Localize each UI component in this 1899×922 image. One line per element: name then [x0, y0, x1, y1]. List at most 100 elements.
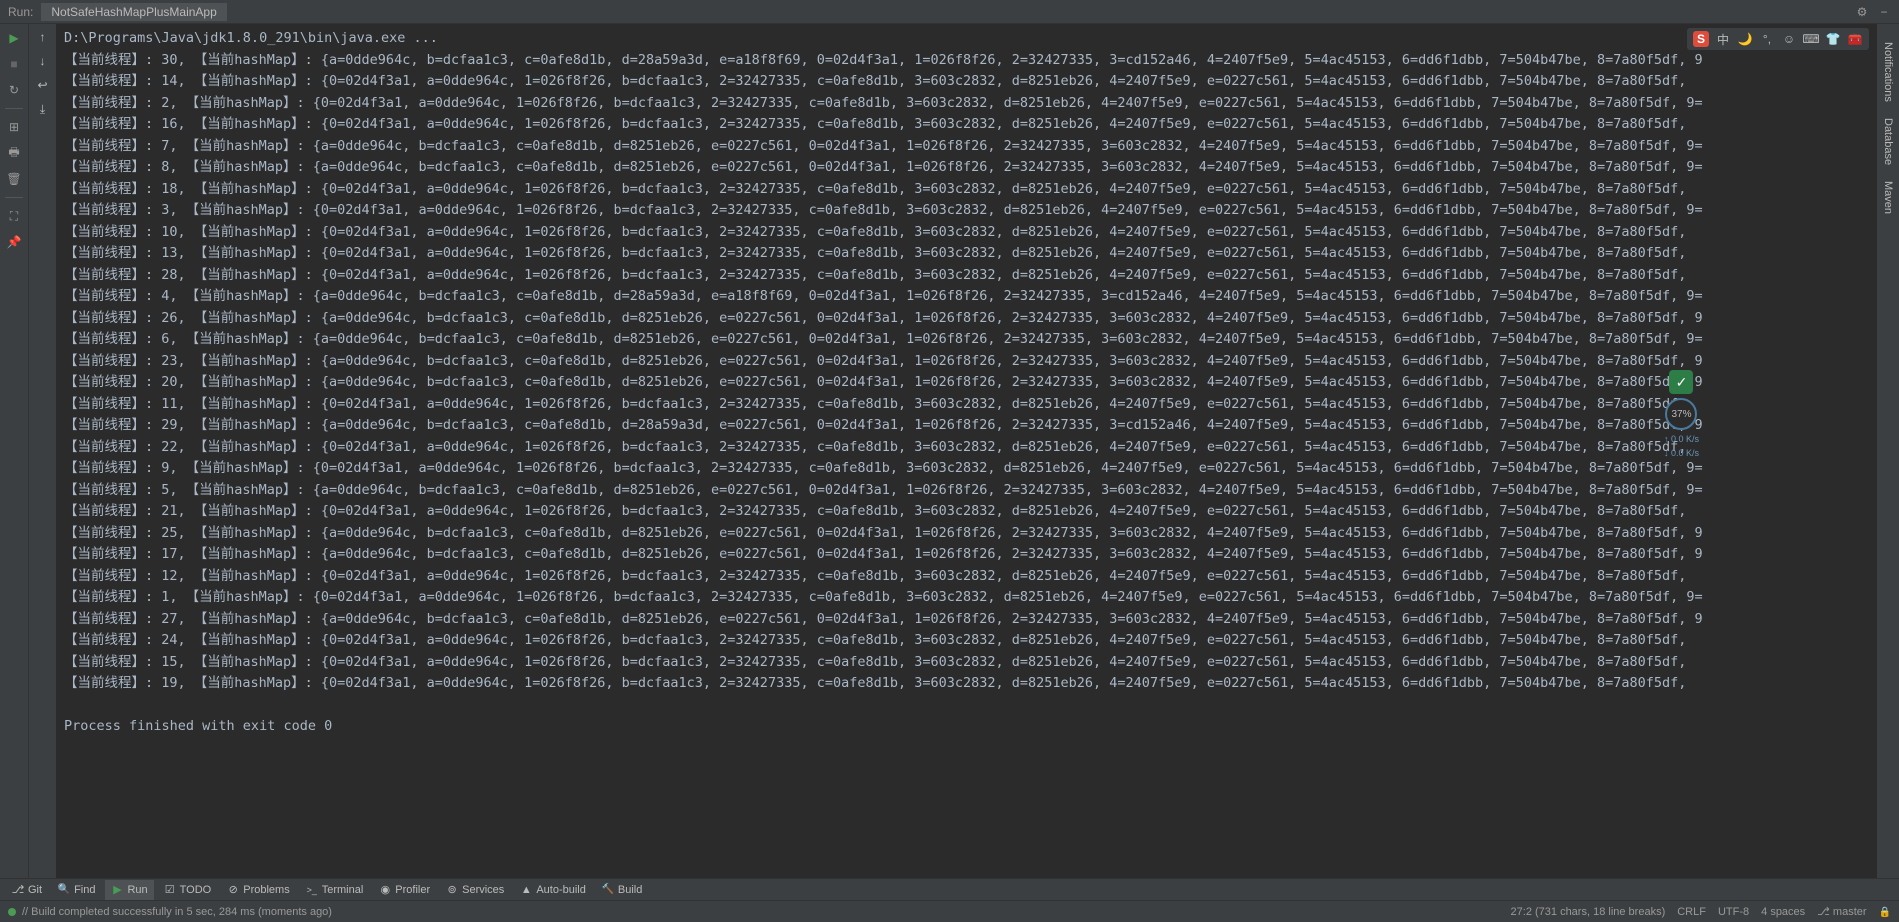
git-icon — [12, 884, 24, 896]
bottom-tool-bar: Git Find Run TODO Problems Terminal Prof… — [0, 878, 1899, 900]
git-branch[interactable]: master — [1817, 905, 1866, 918]
upload-speed: ↑ 0.0 K/s — [1664, 434, 1699, 444]
find-icon — [58, 884, 70, 896]
lock-icon[interactable] — [1879, 906, 1891, 918]
problems-tool-button[interactable]: Problems — [221, 880, 295, 900]
console-output-line: 【当前线程】: 4, 【当前hashMap】: {a=0dde964c, b=d… — [64, 286, 1869, 308]
find-tool-button[interactable]: Find — [52, 880, 101, 900]
branch-icon — [1817, 906, 1830, 918]
status-ok-icon — [8, 908, 16, 916]
line-separator[interactable]: CRLF — [1677, 906, 1706, 918]
console-output-line: 【当前线程】: 30, 【当前hashMap】: {a=0dde964c, b=… — [64, 50, 1869, 72]
scroll-to-end-icon[interactable] — [40, 102, 45, 117]
console-output-line: 【当前线程】: 7, 【当前hashMap】: {a=0dde964c, b=d… — [64, 136, 1869, 158]
console-output-line: 【当前线程】: 17, 【当前hashMap】: {a=0dde964c, b=… — [64, 544, 1869, 566]
right-tool-tabs: Notifications Database Maven — [1877, 24, 1899, 878]
autobuild-icon — [520, 884, 532, 896]
console-output-line: 【当前线程】: 12, 【当前hashMap】: {0=02d4f3a1, a=… — [64, 566, 1869, 588]
moon-icon[interactable]: 🌙 — [1737, 31, 1753, 47]
run-tool-button[interactable]: Run — [105, 880, 153, 900]
punct-icon[interactable]: °, — [1759, 31, 1775, 47]
run-controls-gutter — [0, 24, 28, 878]
console-output-line: 【当前线程】: 13, 【当前hashMap】: {0=02d4f3a1, a=… — [64, 243, 1869, 265]
console-output-line: 【当前线程】: 19, 【当前hashMap】: {0=02d4f3a1, a=… — [64, 673, 1869, 695]
todo-tool-button[interactable]: TODO — [158, 880, 218, 900]
console-output-line: 【当前线程】: 28, 【当前hashMap】: {0=02d4f3a1, a=… — [64, 265, 1869, 287]
services-tool-button[interactable]: Services — [440, 880, 510, 900]
run-label: Run: — [8, 5, 33, 19]
indent[interactable]: 4 spaces — [1761, 906, 1805, 918]
console-output-line: 【当前线程】: 10, 【当前hashMap】: {0=02d4f3a1, a=… — [64, 222, 1869, 244]
print-icon[interactable] — [6, 145, 22, 161]
terminal-tool-button[interactable]: Terminal — [300, 880, 370, 900]
encoding[interactable]: UTF-8 — [1718, 906, 1749, 918]
system-monitor-widget[interactable]: 37% ↑ 0.0 K/s ↓ 0.0 K/s — [1664, 370, 1699, 458]
console-output-line: 【当前线程】: 11, 【当前hashMap】: {0=02d4f3a1, a=… — [64, 394, 1869, 416]
download-speed: ↓ 0.0 K/s — [1664, 448, 1699, 458]
ime-lang-icon[interactable]: 中 — [1715, 31, 1731, 47]
stop-icon[interactable] — [6, 56, 22, 72]
build-icon — [602, 884, 614, 896]
sogou-ime-icon[interactable]: S — [1693, 31, 1709, 47]
console-command-line: D:\Programs\Java\jdk1.8.0_291\bin\java.e… — [64, 28, 1869, 50]
status-message: // Build completed successfully in 5 sec… — [22, 906, 332, 918]
console-output-line: 【当前线程】: 21, 【当前hashMap】: {0=02d4f3a1, a=… — [64, 501, 1869, 523]
console-output-line: 【当前线程】: 24, 【当前hashMap】: {0=02d4f3a1, a=… — [64, 630, 1869, 652]
keyboard-icon[interactable]: ⌨ — [1803, 31, 1819, 47]
trash-icon[interactable] — [6, 171, 22, 187]
console-output-line: 【当前线程】: 3, 【当前hashMap】: {0=02d4f3a1, a=0… — [64, 200, 1869, 222]
console-output-line: 【当前线程】: 18, 【当前hashMap】: {0=02d4f3a1, a=… — [64, 179, 1869, 201]
autobuild-tool-button[interactable]: Auto-build — [514, 880, 592, 900]
run-titlebar: Run: NotSafeHashMapPlusMainApp — [0, 0, 1899, 24]
console-output-line: 【当前线程】: 26, 【当前hashMap】: {a=0dde964c, b=… — [64, 308, 1869, 330]
console-output-line: 【当前线程】: 2, 【当前hashMap】: {0=02d4f3a1, a=0… — [64, 93, 1869, 115]
console-output-line: 【当前线程】: 20, 【当前hashMap】: {a=0dde964c, b=… — [64, 372, 1869, 394]
run-config-tab[interactable]: NotSafeHashMapPlusMainApp — [41, 3, 226, 21]
maven-tab[interactable]: Maven — [1880, 173, 1896, 222]
console-output-line: 【当前线程】: 23, 【当前hashMap】: {a=0dde964c, b=… — [64, 351, 1869, 373]
soft-wrap-icon[interactable] — [37, 78, 47, 92]
services-icon — [446, 884, 458, 896]
caret-position[interactable]: 27:2 (731 chars, 18 line breaks) — [1511, 906, 1666, 918]
down-icon[interactable] — [40, 54, 46, 68]
toolbox-icon[interactable]: 🧰 — [1847, 31, 1863, 47]
console-output-line: 【当前线程】: 27, 【当前hashMap】: {a=0dde964c, b=… — [64, 609, 1869, 631]
console-output[interactable]: D:\Programs\Java\jdk1.8.0_291\bin\java.e… — [56, 24, 1877, 878]
main-area: D:\Programs\Java\jdk1.8.0_291\bin\java.e… — [0, 24, 1899, 878]
expand-icon[interactable] — [6, 208, 22, 224]
skin-icon[interactable]: 👕 — [1825, 31, 1841, 47]
todo-icon — [164, 884, 176, 896]
console-output-line: 【当前线程】: 16, 【当前hashMap】: {0=02d4f3a1, a=… — [64, 114, 1869, 136]
up-icon[interactable] — [40, 30, 46, 44]
pin-icon[interactable] — [6, 234, 22, 250]
profiler-tool-button[interactable]: Profiler — [373, 880, 436, 900]
profiler-icon — [379, 884, 391, 896]
database-tab[interactable]: Database — [1880, 110, 1896, 173]
console-output-line: 【当前线程】: 15, 【当前hashMap】: {0=02d4f3a1, a=… — [64, 652, 1869, 674]
console-output-line: 【当前线程】: 14, 【当前hashMap】: {0=02d4f3a1, a=… — [64, 71, 1869, 93]
console-output-line: 【当前线程】: 5, 【当前hashMap】: {a=0dde964c, b=d… — [64, 480, 1869, 502]
console-output-line: 【当前线程】: 8, 【当前hashMap】: {a=0dde964c, b=d… — [64, 157, 1869, 179]
console-output-line: 【当前线程】: 22, 【当前hashMap】: {0=02d4f3a1, a=… — [64, 437, 1869, 459]
console-output-line: 【当前线程】: 29, 【当前hashMap】: {a=0dde964c, b=… — [64, 415, 1869, 437]
layout-icon[interactable] — [6, 119, 22, 135]
status-bar: // Build completed successfully in 5 sec… — [0, 900, 1899, 922]
shield-ok-icon — [1669, 370, 1693, 394]
console-exit-line: Process finished with exit code 0 — [64, 716, 1869, 738]
terminal-icon — [306, 884, 318, 896]
git-tool-button[interactable]: Git — [6, 880, 48, 900]
emoji-icon[interactable]: ☺ — [1781, 31, 1797, 47]
run-icon — [111, 884, 123, 896]
ime-tray[interactable]: S 中 🌙 °, ☺ ⌨ 👕 🧰 — [1687, 28, 1869, 50]
minimize-icon[interactable] — [1877, 5, 1891, 19]
notifications-tab[interactable]: Notifications — [1880, 34, 1896, 110]
rerun-icon[interactable] — [6, 30, 22, 46]
cpu-percent: 37% — [1665, 398, 1697, 430]
restore-layout-icon[interactable] — [6, 82, 22, 98]
separator — [5, 108, 23, 109]
console-output-line: 【当前线程】: 9, 【当前hashMap】: {0=02d4f3a1, a=0… — [64, 458, 1869, 480]
gear-icon[interactable] — [1855, 5, 1869, 19]
build-tool-button[interactable]: Build — [596, 880, 648, 900]
problems-icon — [227, 884, 239, 896]
run-config-name: NotSafeHashMapPlusMainApp — [51, 5, 216, 19]
